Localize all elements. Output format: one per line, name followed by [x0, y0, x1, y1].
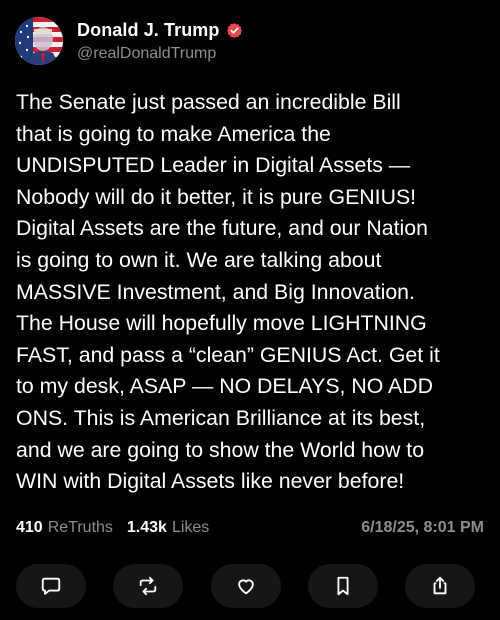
retruths-label[interactable]: ReTruths — [48, 519, 113, 537]
post-text-line: ONS. This is American Brilliance at its … — [16, 405, 426, 430]
retruth-button[interactable] — [113, 564, 183, 608]
post-text-line: to my desk, ASAP — NO DELAYS, NO ADD — [16, 374, 434, 399]
avatar-flag-portrait-image — [15, 17, 63, 65]
post-header: Donald J. Trump @realDonaldTrump — [15, 17, 243, 65]
post-text-line: The Senate just passed an incredible Bil… — [16, 90, 401, 114]
post-text-line: Nobody will do it better, it is pure GEN… — [16, 184, 417, 209]
post-stats: 410 ReTruths 1.43k Likes 6/18/25, 8:01 P… — [16, 519, 484, 537]
post-text-line: The House will hopefully move LIGHTNING — [16, 311, 427, 336]
share-button[interactable] — [405, 564, 475, 608]
post-text-line: FAST, and pass a “clean” GENIUS Act. Get… — [16, 342, 440, 367]
post-text-line: Digital Assets are the future, and our N… — [16, 216, 428, 241]
post-body: The Senate just passed an incredible Bil… — [16, 87, 486, 498]
comment-icon — [41, 577, 61, 595]
post-text-line: and we are going to show the World how t… — [16, 437, 425, 462]
verified-badge-icon — [226, 22, 243, 39]
retruths-count[interactable]: 410 — [16, 519, 43, 537]
action-bar — [0, 564, 500, 608]
likes-count[interactable]: 1.43k — [127, 519, 167, 537]
display-name[interactable]: Donald J. Trump — [77, 20, 220, 41]
like-button[interactable] — [211, 564, 281, 608]
post-text-line: UNDISPUTED Leader in Digital Assets — — [16, 153, 411, 178]
avatar[interactable] — [15, 17, 63, 65]
user-handle[interactable]: @realDonaldTrump — [77, 45, 243, 63]
post-text-line: that is going to make America the — [16, 121, 331, 146]
post-text-line: MASSIVE Investment, and Big Innovation. — [16, 279, 415, 304]
share-icon — [433, 576, 447, 595]
repost-icon — [139, 576, 157, 596]
likes-label[interactable]: Likes — [172, 519, 209, 537]
post-text-line: is going to own it. We are talking about — [16, 247, 382, 272]
heart-icon — [238, 579, 254, 595]
reply-button[interactable] — [16, 564, 86, 608]
post-text-line: WIN with Digital Assets like never befor… — [16, 469, 405, 494]
bookmark-button[interactable] — [308, 564, 378, 608]
post-timestamp: 6/18/25, 8:01 PM — [361, 519, 484, 536]
bookmark-icon — [337, 576, 349, 596]
